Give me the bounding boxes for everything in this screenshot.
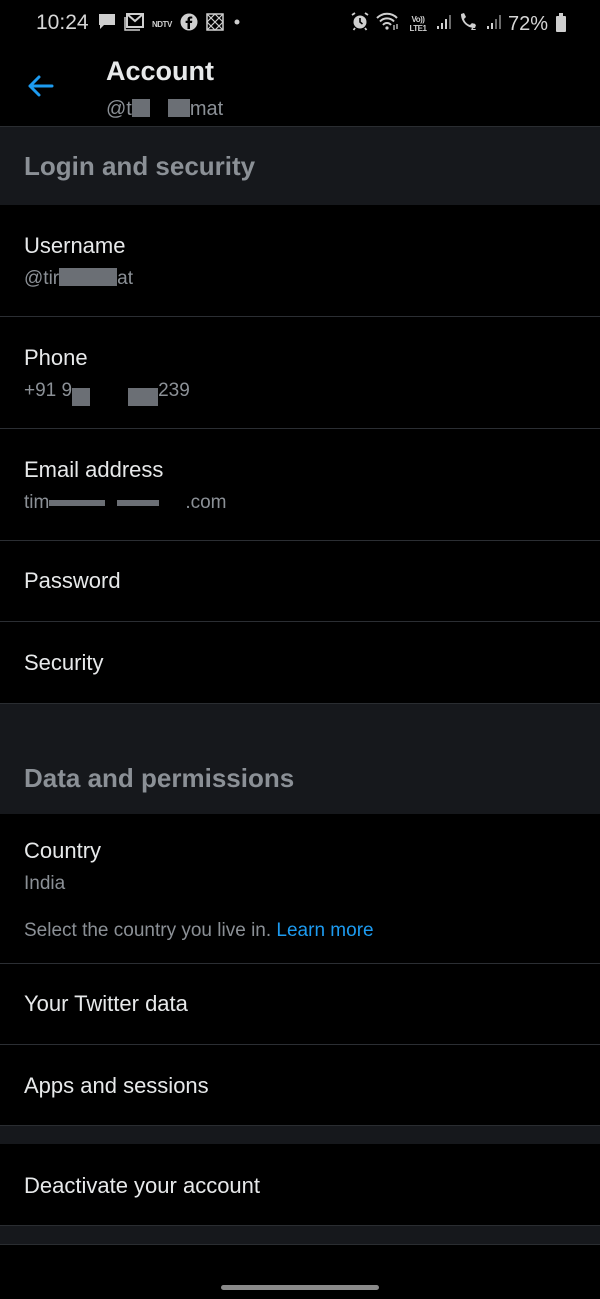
ndtv-icon: NDTV	[152, 20, 172, 29]
value-suffix: at	[117, 268, 133, 289]
section-title: Login and security	[24, 151, 256, 181]
row-title: Password	[24, 568, 121, 593]
signal-icon	[436, 12, 452, 36]
redaction	[59, 268, 118, 286]
learn-more-link[interactable]: Learn more	[276, 920, 373, 941]
status-bar: 10:24 NDTV Vo)) LTE1 2 72%	[0, 0, 600, 46]
section-divider	[0, 1225, 600, 1245]
email-value: tim .com	[24, 492, 227, 514]
section-header-data-permissions: Data and permissions	[0, 703, 600, 815]
handle-prefix: @t	[106, 98, 132, 120]
volte-icon: Vo)) LTE1	[409, 15, 427, 33]
account-handle: @t mat	[106, 98, 223, 121]
section-title: Data and permissions	[24, 763, 295, 793]
value-prefix: @tir	[24, 268, 60, 289]
handle-suffix: mat	[189, 98, 224, 120]
system-icons: Vo)) LTE1 2 72%	[350, 11, 566, 37]
row-title: Phone	[24, 345, 88, 370]
value-suffix: 239	[158, 380, 190, 401]
row-title: Apps and sessions	[24, 1073, 209, 1098]
twitter-data-row[interactable]: Your Twitter data	[0, 964, 600, 1045]
alarm-icon	[350, 11, 370, 37]
value-suffix: .com	[185, 492, 227, 513]
country-description: Select the country you live in. Learn mo…	[24, 920, 374, 942]
message-icon	[98, 13, 116, 37]
app-icon	[205, 13, 224, 37]
back-button[interactable]	[22, 68, 58, 104]
battery-icon	[556, 13, 566, 32]
row-title: Username	[24, 233, 126, 258]
facebook-icon	[180, 13, 198, 37]
section-header-login-security: Login and security	[0, 126, 600, 206]
app-header: Account @t mat	[0, 46, 600, 126]
username-row[interactable]: Username @tir at	[0, 205, 600, 317]
phone-row[interactable]: Phone +91 9 239	[0, 317, 600, 429]
redaction	[49, 500, 106, 506]
email-row[interactable]: Email address tim .com	[0, 429, 600, 541]
deactivate-row[interactable]: Deactivate your account	[0, 1144, 600, 1225]
redaction	[117, 500, 160, 506]
phone-value: +91 9 239	[24, 380, 190, 406]
page-title: Account	[106, 56, 214, 86]
username-value: @tir at	[24, 268, 133, 290]
value-prefix: tim	[24, 492, 50, 513]
password-row[interactable]: Password	[0, 541, 600, 622]
value-prefix: +91 9	[24, 380, 73, 401]
row-title: Your Twitter data	[24, 991, 188, 1016]
status-time: 10:24	[36, 11, 89, 34]
wifi-calling-icon: 2	[458, 11, 480, 37]
gmail-icon	[124, 13, 144, 37]
row-title: Country	[24, 838, 102, 863]
row-title: Email address	[24, 457, 164, 482]
description-text: Select the country you live in.	[24, 920, 272, 941]
redaction	[167, 99, 190, 117]
security-row[interactable]: Security	[0, 622, 600, 703]
battery-percentage: 72%	[507, 12, 548, 35]
section-divider	[0, 1125, 600, 1145]
back-arrow-icon	[28, 75, 54, 97]
svg-text:2: 2	[471, 22, 476, 31]
wifi-icon	[376, 11, 400, 37]
signal-2-icon	[486, 12, 502, 36]
country-row[interactable]: Country India Select the country you liv…	[0, 814, 600, 964]
row-title: Deactivate your account	[24, 1173, 261, 1198]
notification-icons: NDTV	[98, 13, 242, 37]
redaction	[131, 99, 150, 117]
redaction	[128, 388, 159, 406]
redaction	[72, 388, 91, 406]
dot-icon	[232, 13, 242, 37]
home-indicator[interactable]	[221, 1285, 379, 1290]
row-title: Security	[24, 650, 104, 675]
country-value: India	[24, 873, 66, 894]
apps-sessions-row[interactable]: Apps and sessions	[0, 1045, 600, 1125]
